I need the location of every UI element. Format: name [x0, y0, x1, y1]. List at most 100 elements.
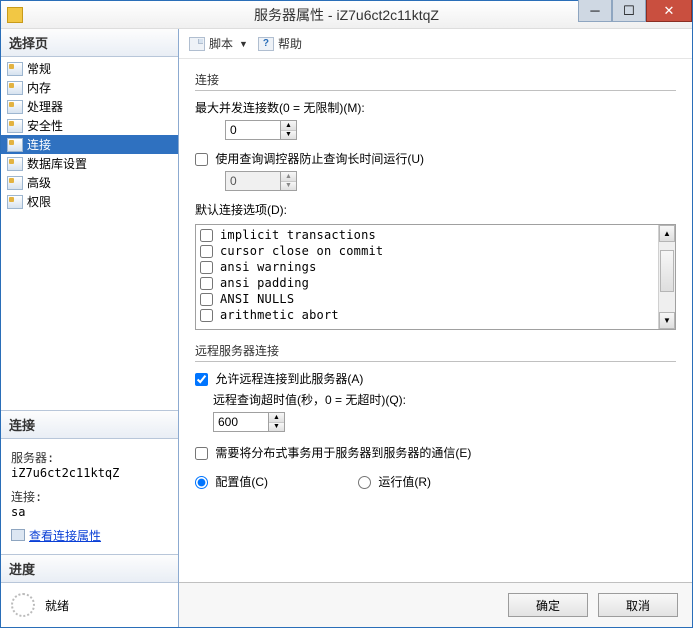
page-icon: [7, 100, 23, 114]
option-checkbox[interactable]: [200, 293, 213, 306]
governor-cost-input: [226, 172, 280, 190]
sidebar-item-advanced[interactable]: 高级: [1, 173, 178, 192]
sidebar-item-permissions[interactable]: 权限: [1, 192, 178, 211]
spin-up-icon: ▲: [281, 172, 296, 182]
script-dropdown-caret-icon[interactable]: ▼: [239, 39, 248, 49]
spin-down-icon: ▼: [281, 182, 296, 191]
sidebar-item-database-settings[interactable]: 数据库设置: [1, 154, 178, 173]
page-icon: [7, 81, 23, 95]
query-governor-label: 使用查询调控器防止查询长时间运行(U): [215, 152, 424, 166]
sidebar-item-label: 数据库设置: [27, 155, 87, 172]
page-icon: [7, 138, 23, 152]
connection-value: sa: [11, 505, 168, 519]
option-label: arithmetic abort: [220, 307, 339, 323]
require-distributed-label: 需要将分布式事务用于服务器到服务器的通信(E): [215, 446, 471, 460]
server-value: iZ7u6ct2c11ktqZ: [11, 466, 168, 480]
option-checkbox[interactable]: [200, 261, 213, 274]
option-checkbox[interactable]: [200, 245, 213, 258]
link-label: 查看连接属性: [29, 527, 101, 544]
title-bar[interactable]: 服务器属性 - iZ7u6ct2c11ktqZ ─ ☐ ✕: [1, 1, 692, 29]
query-governor-checkbox-row[interactable]: 使用查询调控器防止查询长时间运行(U): [195, 152, 424, 166]
configured-values-radio[interactable]: [195, 476, 208, 489]
connection-header: 连接: [1, 411, 178, 439]
help-icon: [258, 37, 274, 51]
close-button[interactable]: ✕: [646, 0, 692, 22]
option-row[interactable]: ANSI NULLS: [200, 291, 654, 307]
sidebar-item-label: 权限: [27, 193, 51, 210]
sidebar-item-label: 处理器: [27, 98, 63, 115]
option-checkbox[interactable]: [200, 277, 213, 290]
allow-remote-checkbox-row[interactable]: 允许远程连接到此服务器(A): [195, 372, 363, 386]
progress-status: 就绪: [45, 597, 69, 614]
minimize-button[interactable]: ─: [578, 0, 612, 22]
max-concurrent-input[interactable]: [226, 121, 280, 139]
spin-down-icon[interactable]: ▼: [269, 423, 284, 432]
spin-up-icon[interactable]: ▲: [269, 413, 284, 423]
spin-up-icon[interactable]: ▲: [281, 121, 296, 131]
sidebar-item-connections[interactable]: 连接: [1, 135, 178, 154]
select-page-header: 选择页: [1, 29, 178, 57]
option-row[interactable]: ansi padding: [200, 275, 654, 291]
ok-button[interactable]: 确定: [508, 593, 588, 617]
page-icon: [7, 62, 23, 76]
option-row[interactable]: cursor close on commit: [200, 243, 654, 259]
server-properties-window: 服务器属性 - iZ7u6ct2c11ktqZ ─ ☐ ✕ 选择页 常规 内存 …: [0, 0, 693, 628]
help-button[interactable]: 帮助: [278, 35, 302, 52]
option-label: ansi padding: [220, 275, 309, 291]
close-icon: ✕: [664, 4, 675, 17]
require-distributed-checkbox[interactable]: [195, 447, 208, 460]
properties-icon: [11, 529, 25, 541]
spin-down-icon[interactable]: ▼: [281, 131, 296, 140]
sidebar-item-label: 高级: [27, 174, 51, 191]
maximize-icon: ☐: [623, 4, 635, 17]
sidebar-item-label: 连接: [27, 136, 51, 153]
configured-values-radio-row[interactable]: 配置值(C): [195, 473, 268, 490]
configured-values-label: 配置值(C): [215, 475, 268, 489]
page-icon: [7, 195, 23, 209]
remote-timeout-input[interactable]: [214, 413, 268, 431]
remote-timeout-label: 远程查询超时值(秒，0 = 无超时)(Q):: [213, 391, 676, 408]
page-icon: [7, 157, 23, 171]
scroll-thumb[interactable]: [660, 250, 674, 292]
maximize-button[interactable]: ☐: [612, 0, 646, 22]
content-area: 连接 最大并发连接数(0 = 无限制)(M): ▲▼ 使用查询调控器防止查询长时…: [179, 59, 692, 582]
page-icon: [7, 176, 23, 190]
require-distributed-checkbox-row[interactable]: 需要将分布式事务用于服务器到服务器的通信(E): [195, 446, 471, 460]
sidebar-item-label: 常规: [27, 60, 51, 77]
max-concurrent-spinner[interactable]: ▲▼: [225, 120, 297, 140]
option-row[interactable]: ansi warnings: [200, 259, 654, 275]
remote-timeout-spinner[interactable]: ▲▼: [213, 412, 285, 432]
main-panel: 脚本 ▼ 帮助 连接 最大并发连接数(0 = 无限制)(M): ▲▼: [179, 29, 692, 627]
sidebar-item-label: 内存: [27, 79, 51, 96]
option-checkbox[interactable]: [200, 229, 213, 242]
option-row[interactable]: arithmetic abort: [200, 307, 654, 323]
listbox-scrollbar[interactable]: ▲ ▼: [658, 225, 675, 329]
sidebar-item-processors[interactable]: 处理器: [1, 97, 178, 116]
sidebar-item-security[interactable]: 安全性: [1, 116, 178, 135]
progress-spinner-icon: [11, 593, 35, 617]
scroll-track[interactable]: [659, 242, 675, 312]
view-connection-properties-link[interactable]: 查看连接属性: [11, 527, 101, 544]
progress-header: 进度: [1, 555, 178, 583]
cancel-button[interactable]: 取消: [598, 593, 678, 617]
running-values-radio[interactable]: [358, 476, 371, 489]
option-label: ANSI NULLS: [220, 291, 294, 307]
query-governor-checkbox[interactable]: [195, 153, 208, 166]
option-label: cursor close on commit: [220, 243, 383, 259]
page-nav-list: 常规 内存 处理器 安全性 连接 数据库设置 高级 权限: [1, 57, 178, 213]
script-button[interactable]: 脚本: [209, 35, 233, 52]
running-values-radio-row[interactable]: 运行值(R): [358, 473, 431, 490]
sidebar-item-general[interactable]: 常规: [1, 59, 178, 78]
option-checkbox[interactable]: [200, 309, 213, 322]
dialog-footer: 确定 取消: [179, 582, 692, 627]
running-values-label: 运行值(R): [378, 475, 431, 489]
default-options-listbox[interactable]: implicit transactions cursor close on co…: [195, 224, 676, 330]
remote-section-title: 远程服务器连接: [195, 342, 676, 362]
sidebar-item-memory[interactable]: 内存: [1, 78, 178, 97]
connections-section-title: 连接: [195, 71, 676, 91]
scroll-up-icon[interactable]: ▲: [659, 225, 675, 242]
option-row[interactable]: implicit transactions: [200, 227, 654, 243]
option-label: ansi warnings: [220, 259, 317, 275]
allow-remote-checkbox[interactable]: [195, 373, 208, 386]
scroll-down-icon[interactable]: ▼: [659, 312, 675, 329]
